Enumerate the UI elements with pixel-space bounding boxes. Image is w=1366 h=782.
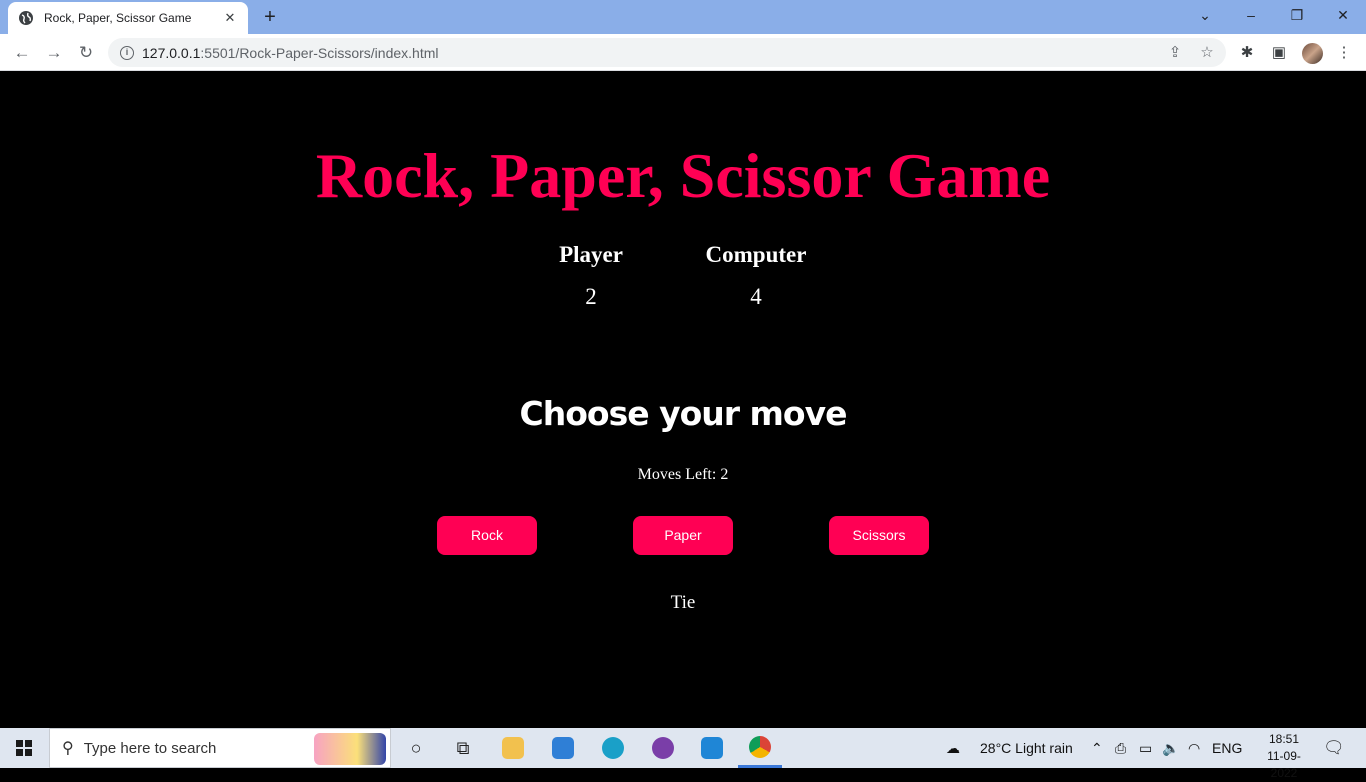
moves-left-text: Moves Left: 2 [637,466,729,483]
file-explorer-icon[interactable] [491,728,535,768]
minimize-button[interactable]: – [1228,0,1274,30]
profile-avatar[interactable] [1302,43,1323,64]
vscode-icon[interactable] [690,728,734,768]
menu-kebab-icon[interactable]: ⋮ [1333,42,1355,64]
url-path: :5501/Rock-Paper-Scissors/index.html [200,44,439,61]
scissors-button[interactable]: Scissors [829,516,929,555]
reload-icon[interactable]: ↻ [73,40,99,66]
side-panel-icon[interactable]: ▣ [1268,42,1290,64]
url-host: 127.0.0.1 [142,44,201,61]
language-indicator[interactable]: ENG [1212,728,1242,768]
new-tab-button[interactable]: + [258,6,282,28]
computer-label: Computer [705,242,807,267]
show-hidden-icons-chevron-icon[interactable]: ⌃ [1091,728,1103,768]
task-view-icon[interactable]: ⧉ [441,728,485,768]
computer-score: 4 [750,284,762,309]
extensions-puzzle-icon[interactable]: ✱ [1236,42,1258,64]
bookmark-star-icon[interactable]: ☆ [1196,38,1218,67]
close-window-button[interactable]: ✕ [1320,0,1366,30]
notifications-icon[interactable]: 🗨 [1323,728,1345,768]
clock-date: 11-09-2022 [1267,749,1301,780]
result-text: Tie [670,592,696,613]
address-bar[interactable]: i 127.0.0.1:5501/Rock-Paper-Scissors/ind… [108,38,1226,67]
restore-button[interactable]: ❐ [1274,0,1320,30]
volume-icon[interactable]: 🔈 [1162,728,1179,768]
weather-icon[interactable]: ☁ [946,728,960,768]
site-info-icon[interactable]: i [120,45,134,60]
battery-icon[interactable]: ▭ [1139,728,1152,768]
game-page: Rock, Paper, Scissor Game Player 2 Compu… [0,71,1366,728]
search-highlight-image [314,733,386,765]
choose-move-heading: Choose your move [519,394,848,433]
start-button[interactable] [0,728,48,768]
player-label: Player [559,242,623,267]
player-score: 2 [585,284,597,309]
mail-icon[interactable] [541,728,585,768]
share-icon[interactable]: ⇪ [1164,38,1186,67]
weather-text[interactable]: 28°C Light rain [980,728,1073,768]
network-icon[interactable]: ◠ [1188,728,1200,768]
tab-search-icon[interactable]: ⌄ [1182,0,1228,30]
tab-strip: Rock, Paper, Scissor Game ✕ + ⌄ – ❐ ✕ [0,0,1366,34]
browser-toolbar: ← → ↻ i 127.0.0.1:5501/Rock-Paper-Scisso… [0,34,1366,71]
rock-button[interactable]: Rock [437,516,537,555]
tab-title: Rock, Paper, Scissor Game [44,11,192,25]
cortana-icon[interactable]: ○ [394,728,438,768]
clock[interactable]: 18:51 11-09-2022 [1254,731,1314,782]
player-score-panel: Player 2 [511,241,671,311]
paper-button[interactable]: Paper [633,516,733,555]
close-tab-icon[interactable]: ✕ [222,10,238,26]
taskbar-search-box[interactable]: ⚲ Type here to search [49,728,391,768]
taskbar: ⚲ Type here to search ○ ⧉ ☁ 28°C Light r… [0,728,1366,780]
back-arrow-icon[interactable]: ← [9,40,35,66]
search-icon: ⚲ [62,740,74,757]
computer-score-panel: Computer 4 [676,241,836,311]
edge-browser-icon[interactable] [591,728,635,768]
github-desktop-icon[interactable] [641,728,685,768]
forward-arrow-icon[interactable]: → [41,40,67,66]
page-title: Rock, Paper, Scissor Game [315,140,1051,211]
clock-time: 18:51 [1268,732,1300,746]
globe-icon [19,11,33,25]
meet-now-icon[interactable]: ⎙ [1115,728,1126,768]
chrome-icon[interactable] [738,728,782,768]
windows-logo-icon [16,740,32,756]
browser-tab[interactable]: Rock, Paper, Scissor Game ✕ [8,2,248,34]
search-placeholder: Type here to search [83,739,217,757]
